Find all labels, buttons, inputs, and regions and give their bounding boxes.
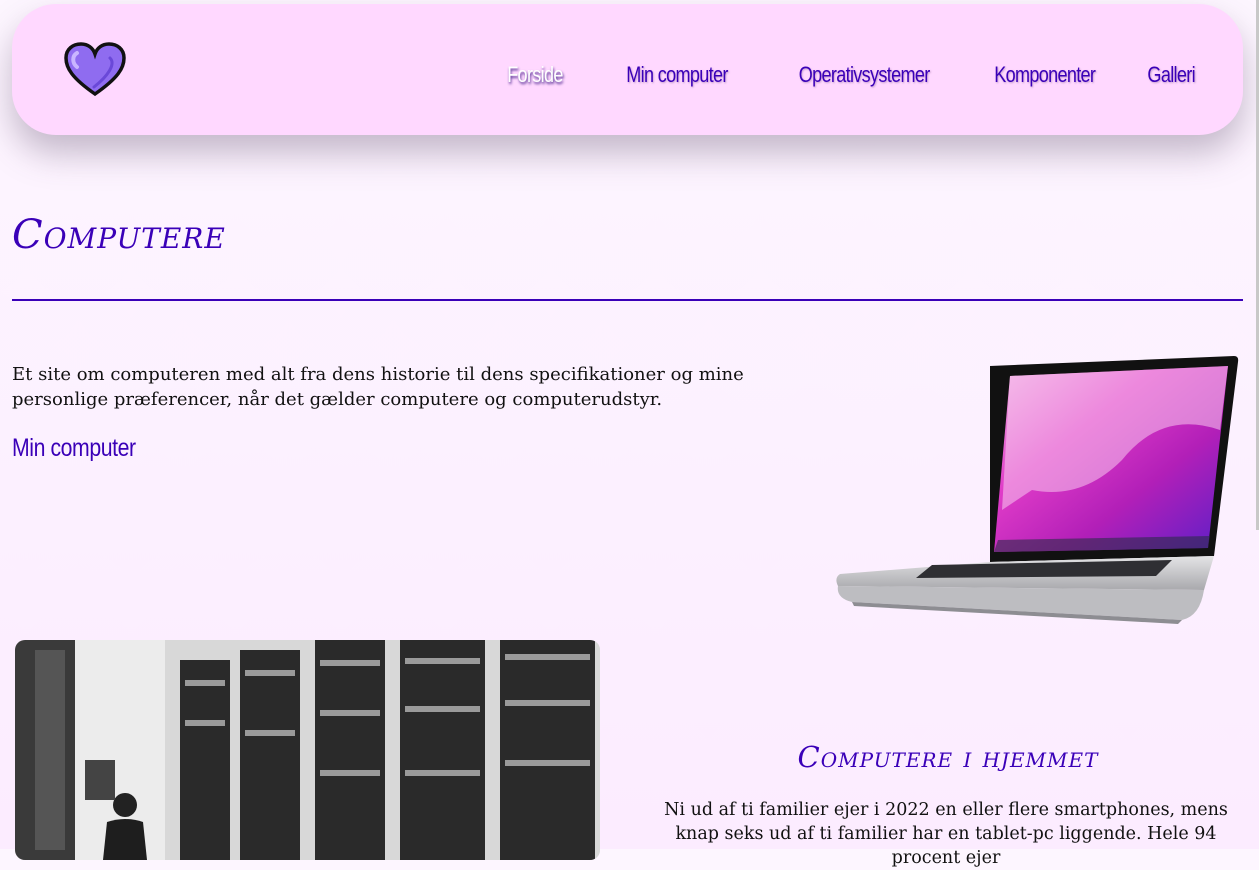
min-computer-heading[interactable]: Min computer bbox=[12, 434, 136, 463]
page-title: Computere bbox=[12, 212, 226, 258]
vintage-computer-photo bbox=[15, 640, 600, 860]
nav-min-computer[interactable]: Min computer bbox=[627, 62, 729, 88]
intro-text: Et site om computeren med alt fra dens h… bbox=[12, 364, 744, 410]
heart-icon[interactable] bbox=[64, 42, 126, 98]
nav-forside[interactable]: Forside bbox=[507, 62, 563, 88]
laptop-image bbox=[836, 356, 1239, 624]
home-section-text: Ni ud af ti familier ejer i 2022 en elle… bbox=[664, 800, 1228, 868]
nav-komponenter[interactable]: Komponenter bbox=[994, 62, 1096, 88]
nav-operativsystemer[interactable]: Operativsystemer bbox=[799, 62, 931, 88]
home-section-title: Computere i hjemmet bbox=[797, 740, 1099, 774]
site-header: Forside Min computer Operativsystemer Ko… bbox=[12, 4, 1243, 135]
main-nav: Forside Min computer Operativsystemer Ko… bbox=[495, 62, 1196, 88]
nav-galleri[interactable]: Galleri bbox=[1147, 62, 1195, 88]
title-divider bbox=[12, 299, 1243, 301]
